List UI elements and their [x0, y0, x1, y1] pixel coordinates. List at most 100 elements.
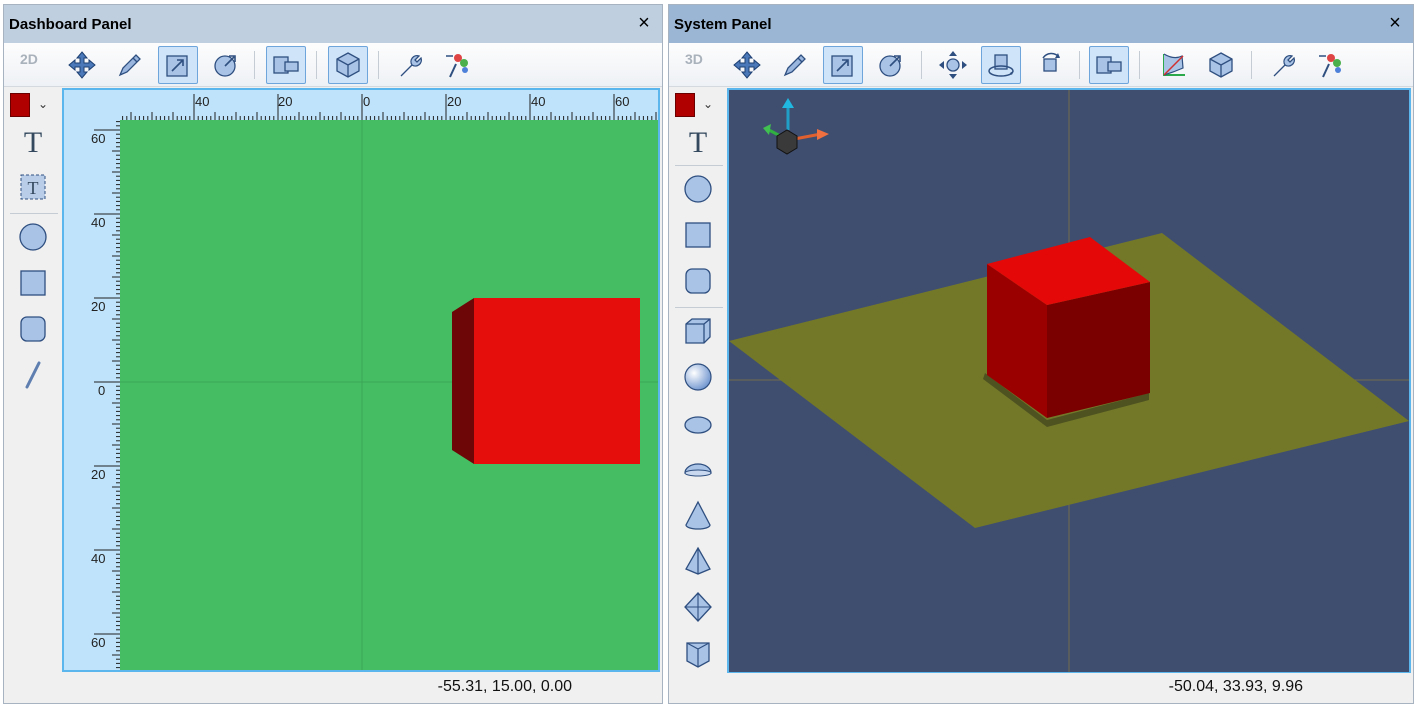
chevron-down-icon[interactable]: ⌄	[38, 97, 48, 111]
cube-tool-button[interactable]	[677, 311, 719, 351]
dashboard-panel-titlebar: Dashboard Panel ×	[4, 5, 662, 43]
ellipsoid-tool-button[interactable]	[677, 403, 719, 443]
cube-front-face[interactable]	[474, 298, 640, 464]
dashboard-panel: Dashboard Panel × 2D ⌄ T T 40 20 0 20 40…	[3, 4, 663, 704]
text-box-tool-button[interactable]: T	[12, 167, 54, 207]
sphere-icon	[684, 363, 712, 391]
dashboard-shape-toolbox: ⌄ T T	[4, 87, 62, 673]
z-axis-arrowhead	[763, 124, 771, 135]
toolbar-separator	[254, 51, 255, 79]
wrench-tool-button[interactable]	[1263, 46, 1303, 84]
ruler-label-left: 20	[91, 299, 105, 314]
chevron-down-icon[interactable]: ⌄	[703, 97, 713, 111]
circle-tool-button[interactable]	[677, 169, 719, 209]
half-ellipsoid-icon	[684, 463, 712, 477]
axis-gizmo[interactable]	[763, 98, 829, 155]
text-tool-button[interactable]: T	[677, 121, 719, 161]
svg-text:T: T	[689, 126, 707, 157]
ellipsoid-icon	[684, 416, 712, 434]
paint-tool-button[interactable]	[1311, 46, 1351, 84]
bounding-box-button[interactable]	[1153, 46, 1193, 84]
move-tool-button[interactable]	[727, 46, 767, 84]
box-3d-tool-button[interactable]	[328, 46, 368, 84]
pen-tool-button[interactable]	[775, 46, 815, 84]
svg-text:T: T	[28, 178, 39, 198]
left-ruler: 60 40 20 0 20 40 60	[91, 131, 105, 650]
pan-view-button[interactable]	[933, 46, 973, 84]
ruler-label-left: 40	[91, 215, 105, 230]
half-ellipsoid-tool-button[interactable]	[677, 449, 719, 489]
rectangle-icon	[20, 270, 46, 296]
svg-text:T: T	[24, 126, 42, 157]
text-icon: T	[24, 126, 42, 157]
system-toolbar: 3D	[669, 43, 1413, 87]
rounded-rectangle-icon	[20, 316, 46, 342]
pen-icon	[118, 54, 141, 77]
toolbar-separator	[378, 51, 379, 79]
scale-tool-button[interactable]	[158, 46, 198, 84]
octahedron-icon	[684, 592, 712, 622]
scale-tool-button[interactable]	[823, 46, 863, 84]
orbit-view-button[interactable]	[981, 46, 1021, 84]
dashboard-panel-close-icon[interactable]: ×	[634, 13, 654, 34]
wrench-tool-button[interactable]	[390, 46, 430, 84]
rotate-view-icon	[1042, 52, 1060, 72]
pan-icon	[939, 51, 967, 79]
align-icon	[273, 56, 299, 74]
system-panel-close-icon[interactable]: ×	[1385, 13, 1405, 34]
prism-icon	[686, 642, 710, 668]
dashboard-panel-title: Dashboard Panel	[9, 15, 132, 33]
prism-tool-button[interactable]	[677, 633, 719, 673]
system-statusbar: -50.04, 33.93, 9.96	[669, 673, 1413, 703]
paint-tool-button[interactable]	[438, 46, 478, 84]
system-panel-titlebar: System Panel ×	[669, 5, 1413, 43]
box-3d-tool-button[interactable]	[1201, 46, 1241, 84]
toolbox-separator	[675, 165, 723, 166]
cursor-coordinates: -55.31, 15.00, 0.00	[437, 678, 572, 695]
cone-tool-button[interactable]	[677, 495, 719, 535]
ruler-label-top: 20	[278, 94, 292, 109]
mode-3d-label: 3D	[685, 51, 703, 67]
dashboard-2d-viewport[interactable]: 40 20 0 20 40 60 60 40 20 0 20 40 60	[62, 88, 660, 672]
text-box-icon: T	[20, 174, 46, 200]
rectangle-tool-button[interactable]	[12, 263, 54, 303]
wrench-icon	[400, 55, 422, 77]
octahedron-tool-button[interactable]	[677, 587, 719, 627]
circle-tool-button[interactable]	[12, 217, 54, 257]
rectangle-tool-button[interactable]	[677, 215, 719, 255]
sphere-tool-button[interactable]	[677, 357, 719, 397]
move-icon	[68, 51, 96, 79]
y-axis-arrowhead	[782, 98, 794, 108]
align-tool-button[interactable]	[266, 46, 306, 84]
move-tool-button[interactable]	[62, 46, 102, 84]
rotate-tool-button[interactable]	[871, 46, 911, 84]
ruler-label-left: 0	[98, 383, 105, 398]
rotate-view-button[interactable]	[1031, 46, 1071, 84]
color-picker-swatch[interactable]	[10, 93, 30, 117]
ruler-label-left: 20	[91, 467, 105, 482]
cube-side-face[interactable]	[452, 298, 474, 464]
text-tool-button[interactable]: T	[12, 121, 54, 161]
pen-tool-button[interactable]	[110, 46, 150, 84]
dashboard-canvas[interactable]: 40 20 0 20 40 60 60 40 20 0 20 40 60	[64, 90, 658, 670]
system-panel-title: System Panel	[674, 15, 772, 33]
system-3d-viewport[interactable]	[727, 88, 1411, 674]
rotate-tool-button[interactable]	[206, 46, 246, 84]
paint-icon	[1319, 54, 1341, 78]
align-tool-button[interactable]	[1089, 46, 1129, 84]
pyramid-tool-button[interactable]	[677, 541, 719, 581]
circle-icon	[19, 223, 47, 251]
toolbox-separator	[675, 307, 723, 308]
color-picker-swatch[interactable]	[675, 93, 695, 117]
rounded-rectangle-tool-button[interactable]	[12, 309, 54, 349]
rounded-rectangle-tool-button[interactable]	[677, 261, 719, 301]
system-3d-canvas[interactable]	[729, 90, 1409, 672]
ruler-label-left: 40	[91, 551, 105, 566]
circle-icon	[684, 175, 712, 203]
toolbar-separator	[1139, 51, 1140, 79]
ruler-label-top: 20	[447, 94, 461, 109]
toolbar-separator	[1079, 51, 1080, 79]
line-tool-button[interactable]	[12, 355, 54, 395]
top-ruler: 40 20 0 20 40 60	[195, 94, 629, 109]
rounded-rectangle-icon	[685, 268, 711, 294]
